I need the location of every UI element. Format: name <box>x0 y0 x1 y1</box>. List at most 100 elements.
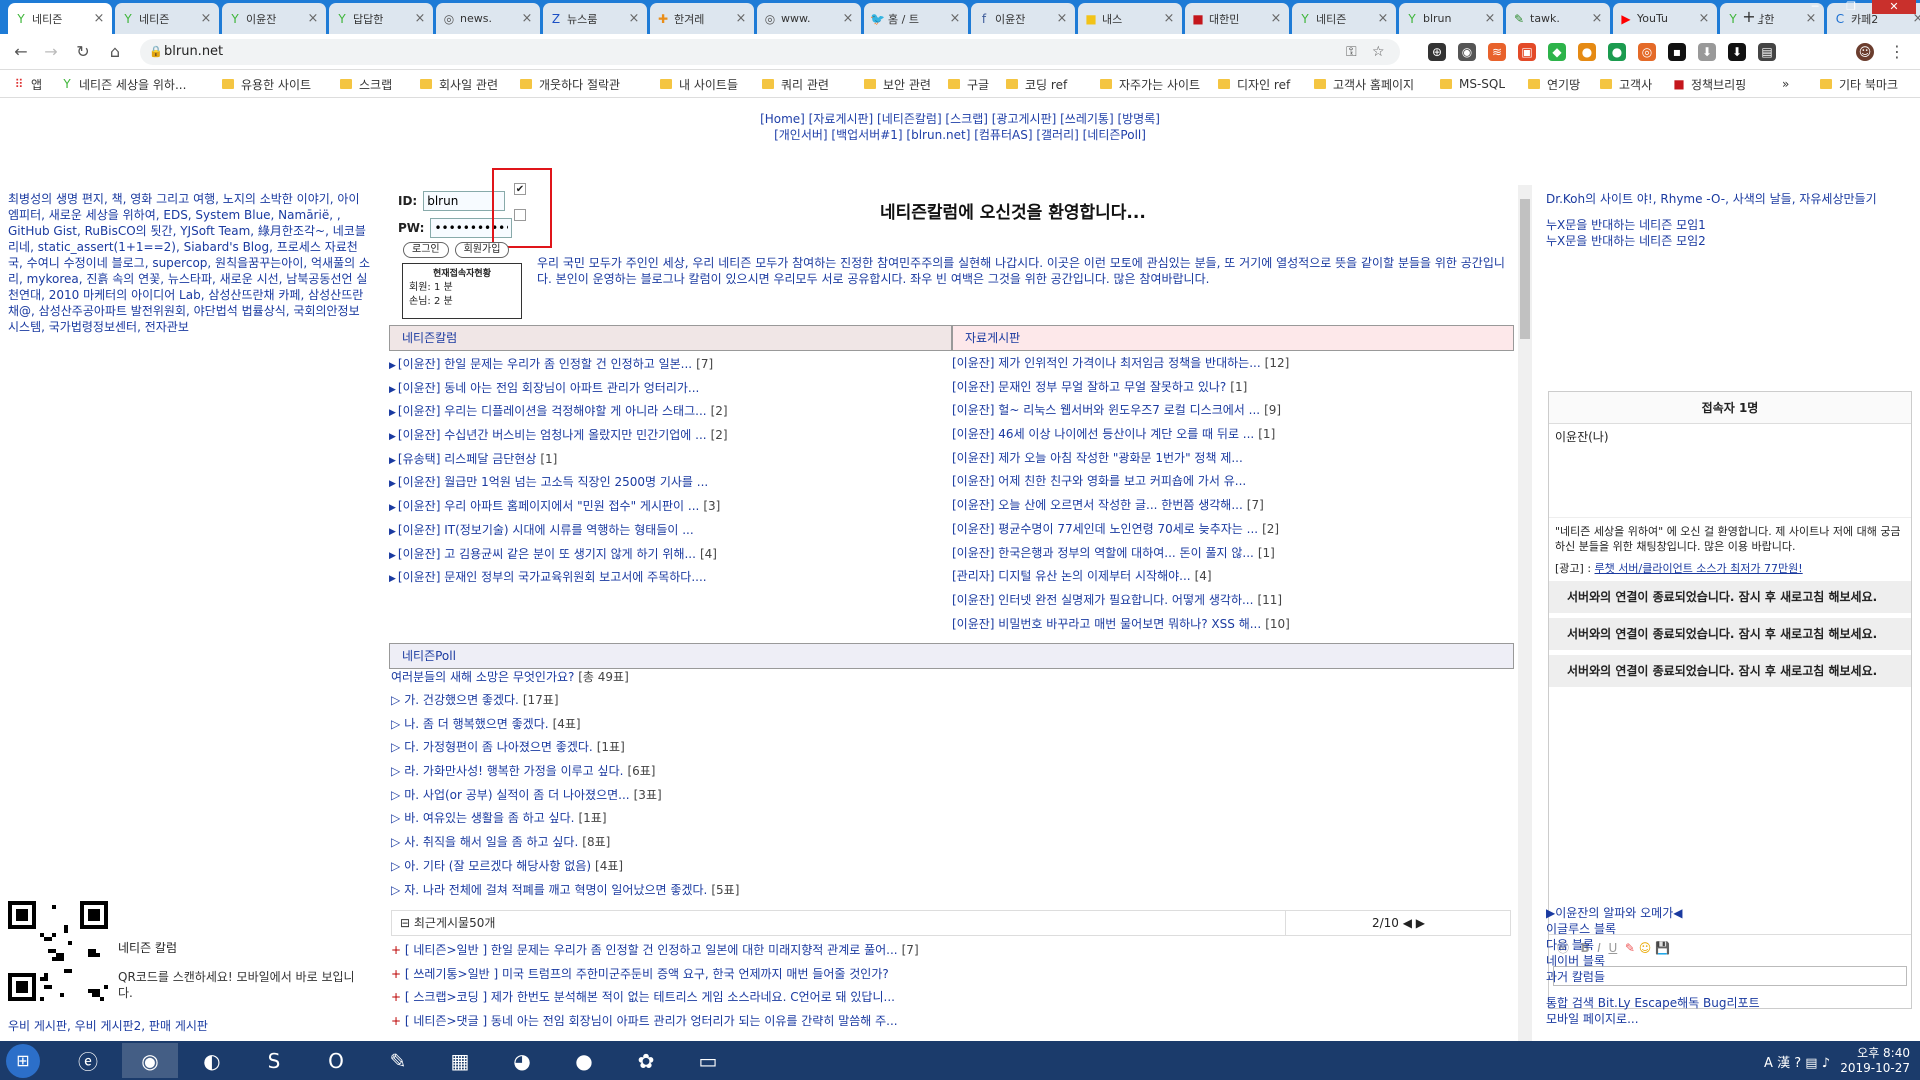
poll-option[interactable]: 자. 나라 전체에 걸쳐 적폐를 깨고 혁명이 일어났으면 좋겠다. [5표] <box>391 879 1491 903</box>
left-blog-links[interactable]: 최병성의 생명 편지, 책, 영화 그리고 여행, 노지의 소박한 이야기, 아… <box>8 191 370 335</box>
folder-icon[interactable]: ▭ <box>680 1043 736 1078</box>
data-post[interactable]: [이윤잔] 제가 인위적인 가격이나 최저임금 정책을 반대하는... [12] <box>952 352 1512 376</box>
poll-option[interactable]: 마. 사업(or 공부) 실적이 좀 더 나아졌으면... [3표] <box>391 784 1491 808</box>
record-icon[interactable]: ● <box>556 1043 612 1078</box>
app-icon[interactable]: ▦ <box>432 1043 488 1078</box>
tab-close-icon[interactable]: × <box>948 11 962 26</box>
volume-icon[interactable]: ♪ <box>1822 1056 1830 1071</box>
data-post[interactable]: [이윤잔] 평균수명이 77세인데 노인연령 70세로 늦추자는 ... [2] <box>952 518 1512 542</box>
tab-close-icon[interactable]: × <box>1483 11 1497 26</box>
poll-option-title[interactable]: 아. 기타 (잘 모르겠다 해당사항 없음) <box>404 859 591 873</box>
right-link-row[interactable]: 통합 검색 Bit.Ly Escape해독 Bug리포트 <box>1546 995 1916 1011</box>
recent-post-title[interactable]: [ 네티즌>일반 ] 한일 문제는 우리가 좀 인정할 건 인정하고 일본에 대… <box>405 943 898 957</box>
data-post[interactable]: [이윤잔] 한국은행과 정부의 역할에 대하여... 돈이 풀지 않... [1] <box>952 542 1512 566</box>
right-link-row[interactable]: ▶이윤잔의 알파와 오메가◀ <box>1546 905 1916 921</box>
poll-option-title[interactable]: 사. 취직을 해서 일을 좀 하고 싶다. <box>404 835 578 849</box>
chat-ad-link[interactable]: 루챗 서버/클라이언트 소스가 최저가 77만원! <box>1595 562 1803 575</box>
poll-option-title[interactable]: 나. 좀 더 행복했으면 좋겠다. <box>404 717 548 731</box>
top-nav-row2[interactable]: [개인서버] [백업서버#1] [blrun.net] [컴퓨터AS] [갤러리… <box>0 127 1920 143</box>
browser-tab[interactable]: ✎ tawk. × <box>1506 3 1610 34</box>
extension-icon[interactable]: ▣ <box>1518 43 1536 61</box>
data-post-title[interactable]: [이윤잔] 어제 친한 친구와 영화를 보고 커피숍에 가서 유... <box>952 474 1246 488</box>
poll-option-title[interactable]: 자. 나라 전체에 걸쳐 적폐를 깨고 혁명이 일어났으면 좋겠다. <box>404 883 707 897</box>
poll-option[interactable]: 사. 취직을 해서 일을 좀 하고 싶다. [8표] <box>391 831 1491 855</box>
tab-close-icon[interactable]: × <box>1162 11 1176 26</box>
collapse-icon[interactable]: ⊟ <box>400 916 410 930</box>
menu-icon[interactable]: ⋮ <box>1886 41 1908 63</box>
recent-post-title[interactable]: [ 스크랩>코딩 ] 제가 한번도 분석해본 적이 없는 테트리스 게임 소스라… <box>405 990 895 1004</box>
bookmark-folder[interactable]: 회사일 관련 <box>420 75 498 93</box>
browser-tab[interactable]: 🐦 홈 / 트 × <box>864 3 968 34</box>
extension-icon[interactable]: ● <box>1608 43 1626 61</box>
rss-icon[interactable]: ≋ <box>1488 43 1506 61</box>
recent-post[interactable]: [ 스크랩>코딩 ] 제가 한번도 분석해본 적이 없는 테트리스 게임 소스라… <box>391 986 1491 1010</box>
right-link-row[interactable]: 과거 칼럼들 <box>1546 969 1916 985</box>
browser-tab[interactable]: Y 네티즌 × <box>8 3 112 34</box>
new-tab-button[interactable]: + <box>1738 6 1760 28</box>
column-post-title[interactable]: [이윤잔] 우리는 디플레이션을 걱정해야할 게 아니라 스태그... <box>398 404 707 418</box>
data-post[interactable]: [이윤잔] 인터넷 완전 실명제가 필요합니다. 어떻게 생각하... [11] <box>952 589 1512 613</box>
tab-close-icon[interactable]: × <box>1269 11 1283 26</box>
bookmark-folder[interactable]: 쿼리 관련 <box>762 75 829 93</box>
close-window-button[interactable]: ✕ <box>1872 0 1916 14</box>
data-post[interactable]: [이윤잔] 헐~ 리눅스 웹서버와 윈도우즈7 로컬 디스크에서 ... [9] <box>952 399 1512 423</box>
recent-post-title[interactable]: [ 네티즌>댓글 ] 동네 아는 전임 회장님이 아파트 관리가 엉터리가 되는… <box>405 1014 898 1028</box>
column-post[interactable]: [이윤잔] 우리 아파트 홈페이지에서 "민원 접수" 게시판이 ... [3] <box>389 495 949 519</box>
tab-close-icon[interactable]: × <box>841 11 855 26</box>
browser-tab[interactable]: ◎ news. × <box>436 3 540 34</box>
reload-icon[interactable]: ↻ <box>72 41 94 63</box>
ie-icon[interactable]: ⓔ <box>60 1043 116 1078</box>
right-link-row[interactable]: 누X문을 반대하는 네티즌 모임2 <box>1546 233 1916 249</box>
column-post[interactable]: [이윤잔] 동네 아는 전임 회장님이 아파트 관리가 엉터리가... <box>389 377 949 401</box>
bookmark-folder[interactable]: MS-SQL <box>1440 75 1505 93</box>
bookmark-folder[interactable]: 기타 북마크 <box>1820 75 1898 93</box>
extension-icon[interactable]: ⬇ <box>1728 43 1746 61</box>
bookmark-folder[interactable]: 개웃하다 절락관 <box>520 75 620 93</box>
browser-tab[interactable]: Y 네티즌 × <box>115 3 219 34</box>
data-post-title[interactable]: [이윤잔] 문재인 정부 무얼 잘하고 무얼 잘못하고 있나? <box>952 380 1226 394</box>
bookmark-item[interactable]: » <box>1782 75 1789 93</box>
tab-close-icon[interactable]: × <box>1376 11 1390 26</box>
bookmark-folder[interactable]: 유용한 사이트 <box>222 75 311 93</box>
right-link-row[interactable]: Dr.Koh의 사이트 야!, Rhyme -O-, 사색의 날들, 자유세상만… <box>1546 191 1916 207</box>
clock[interactable]: 오후 8:40 2019-10-27 <box>1840 1046 1910 1076</box>
extension-icon[interactable]: ▤ <box>1758 43 1776 61</box>
browser-tab[interactable]: Y 네티즌 × <box>1292 3 1396 34</box>
browser-tab[interactable]: ■ 내스 × <box>1078 3 1182 34</box>
column-post-title[interactable]: [이윤잔] IT(정보기술) 시대에 시류를 역행하는 형태들이 ... <box>398 523 694 537</box>
column-post-title[interactable]: [이윤잔] 고 김용균씨 같은 분이 또 생기지 않게 하기 위해... <box>398 547 696 561</box>
bookmark-folder[interactable]: 고객사 홈페이지 <box>1314 75 1414 93</box>
tab-close-icon[interactable]: × <box>734 11 748 26</box>
right-link-row[interactable]: 누X문을 반대하는 네티즌 모임1 <box>1546 217 1916 233</box>
bookmark-folder[interactable]: 구글 <box>948 75 989 93</box>
data-post[interactable]: [이윤잔] 비밀번호 바꾸라고 매번 물어보면 뭐하나? XSS 해... [10… <box>952 613 1512 637</box>
right-link-row[interactable]: 다음 블록 <box>1546 937 1916 953</box>
bookmark-folder[interactable]: 자주가는 사이트 <box>1100 75 1200 93</box>
bookmark-folder[interactable]: 고객사 <box>1600 75 1652 93</box>
prev-page-icon[interactable]: ◀ <box>1403 916 1412 930</box>
chrome-icon[interactable]: ◉ <box>122 1043 178 1078</box>
extension-icon[interactable]: ◉ <box>1458 43 1476 61</box>
data-post-title[interactable]: [이윤잔] 인터넷 완전 실명제가 필요합니다. 어떻게 생각하... <box>952 593 1253 607</box>
column-post[interactable]: [이윤잔] 수십년간 버스비는 엄청나게 올랐지만 민간기업에 ...[2] <box>389 424 949 448</box>
column-post[interactable]: [이윤잔] 한일 문제는 우리가 좀 인정할 건 인정하고 일본... [7] <box>389 353 949 377</box>
bookmark-folder[interactable]: 내 사이트들 <box>660 75 738 93</box>
data-post-title[interactable]: [이윤잔] 오늘 산에 오르면서 작성한 글... 한번쯤 생각해... <box>952 498 1243 512</box>
column-post-title[interactable]: [이윤잔] 동네 아는 전임 회장님이 아파트 관리가 엉터리가... <box>398 381 699 395</box>
data-post[interactable]: [이윤잔] 어제 친한 친구와 영화를 보고 커피숍에 가서 유... <box>952 470 1512 494</box>
column-post-title[interactable]: [이윤잔] 한일 문제는 우리가 좀 인정할 건 인정하고 일본... <box>398 357 692 371</box>
data-post-title[interactable]: [이윤잔] 제가 인위적인 가격이나 최저임금 정책을 반대하는... <box>952 356 1261 370</box>
bookmark-folder[interactable]: 스크랩 <box>340 75 392 93</box>
tab-close-icon[interactable]: × <box>520 11 534 26</box>
column-post[interactable]: [이윤잔] 우리는 디플레이션을 걱정해야할 게 아니라 스태그...[2] <box>389 400 949 424</box>
poll-option[interactable]: 바. 여유있는 생활을 좀 하고 싶다. [1표] <box>391 807 1491 831</box>
poll-option[interactable]: 나. 좀 더 행복했으면 좋겠다. [4표] <box>391 713 1491 737</box>
tab-close-icon[interactable]: × <box>413 11 427 26</box>
poll-option[interactable]: 가. 건강했으면 좋겠다.[17표] <box>391 689 1491 713</box>
bookmark-item[interactable]: ⠿ 앱 <box>12 75 42 93</box>
key-icon[interactable]: ⚿ <box>1346 39 1357 65</box>
recent-post[interactable]: [ 네티즌>댓글 ] 동네 아는 전임 회장님이 아파트 관리가 엉터리가 되는… <box>391 1010 1491 1034</box>
app-icon[interactable]: ✿ <box>618 1043 674 1078</box>
tab-close-icon[interactable]: × <box>627 11 641 26</box>
minimize-button[interactable]: ─ <box>1800 0 1830 14</box>
